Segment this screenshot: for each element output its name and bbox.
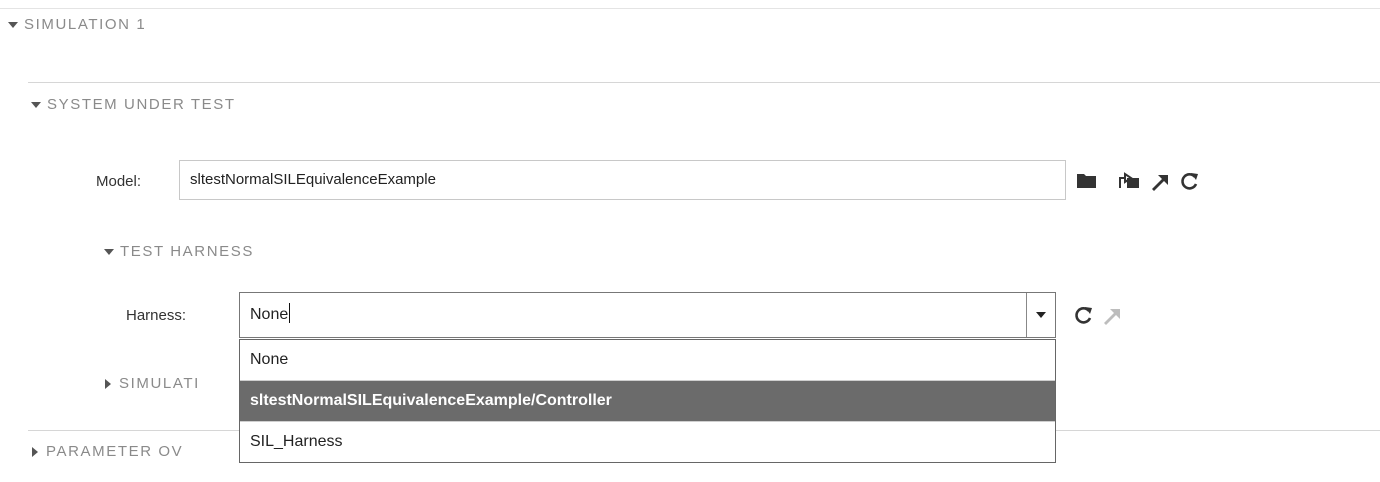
- harness-label: Harness:: [126, 307, 187, 324]
- collapse-caret-icon: [31, 101, 41, 108]
- text-cursor: [289, 303, 291, 323]
- refresh-icon[interactable]: [1074, 305, 1094, 325]
- simulation-settings-header[interactable]: SIMULATI: [105, 375, 200, 392]
- parameter-overrides-title: PARAMETER OV: [46, 443, 184, 460]
- expand-caret-icon: [32, 446, 38, 457]
- harness-combobox[interactable]: None: [239, 292, 1056, 338]
- expand-caret-icon: [105, 378, 111, 389]
- model-input[interactable]: sltestNormalSILEquivalenceExample: [179, 160, 1066, 200]
- refresh-icon[interactable]: [1180, 171, 1200, 191]
- navigate-to-icon[interactable]: [1150, 171, 1170, 191]
- system-under-test-divider: [28, 82, 1380, 83]
- collapse-caret-icon: [104, 248, 114, 255]
- harness-option-sil-harness[interactable]: SIL_Harness: [240, 421, 1055, 462]
- folder-icon[interactable]: [1076, 172, 1098, 190]
- harness-option-controller[interactable]: sltestNormalSILEquivalenceExample/Contro…: [240, 380, 1055, 421]
- collapse-caret-icon: [8, 21, 18, 28]
- navigate-to-icon: [1104, 309, 1120, 325]
- test-harness-title: TEST HARNESS: [120, 243, 254, 260]
- simulation-1-title: SIMULATION 1: [24, 16, 147, 33]
- top-divider: [0, 8, 1380, 9]
- harness-option-none[interactable]: None: [240, 340, 1055, 380]
- system-under-test-title: SYSTEM UNDER TEST: [47, 96, 236, 113]
- test-harness-header[interactable]: TEST HARNESS: [104, 243, 254, 260]
- harness-dropdown-list: None sltestNormalSILEquivalenceExample/C…: [239, 339, 1056, 463]
- dropdown-arrow-button[interactable]: [1026, 293, 1055, 337]
- chevron-down-icon: [1036, 312, 1046, 318]
- simulation-settings-title: SIMULATI: [119, 375, 200, 392]
- simulation-1-header[interactable]: SIMULATION 1: [8, 16, 146, 33]
- open-model-icon[interactable]: [1117, 170, 1141, 190]
- system-under-test-header[interactable]: SYSTEM UNDER TEST: [31, 96, 236, 113]
- parameter-overrides-header[interactable]: PARAMETER OV: [32, 443, 183, 460]
- harness-combobox-value[interactable]: None: [240, 293, 1026, 337]
- model-label: Model:: [96, 173, 142, 190]
- harness-value-text: None: [250, 306, 289, 323]
